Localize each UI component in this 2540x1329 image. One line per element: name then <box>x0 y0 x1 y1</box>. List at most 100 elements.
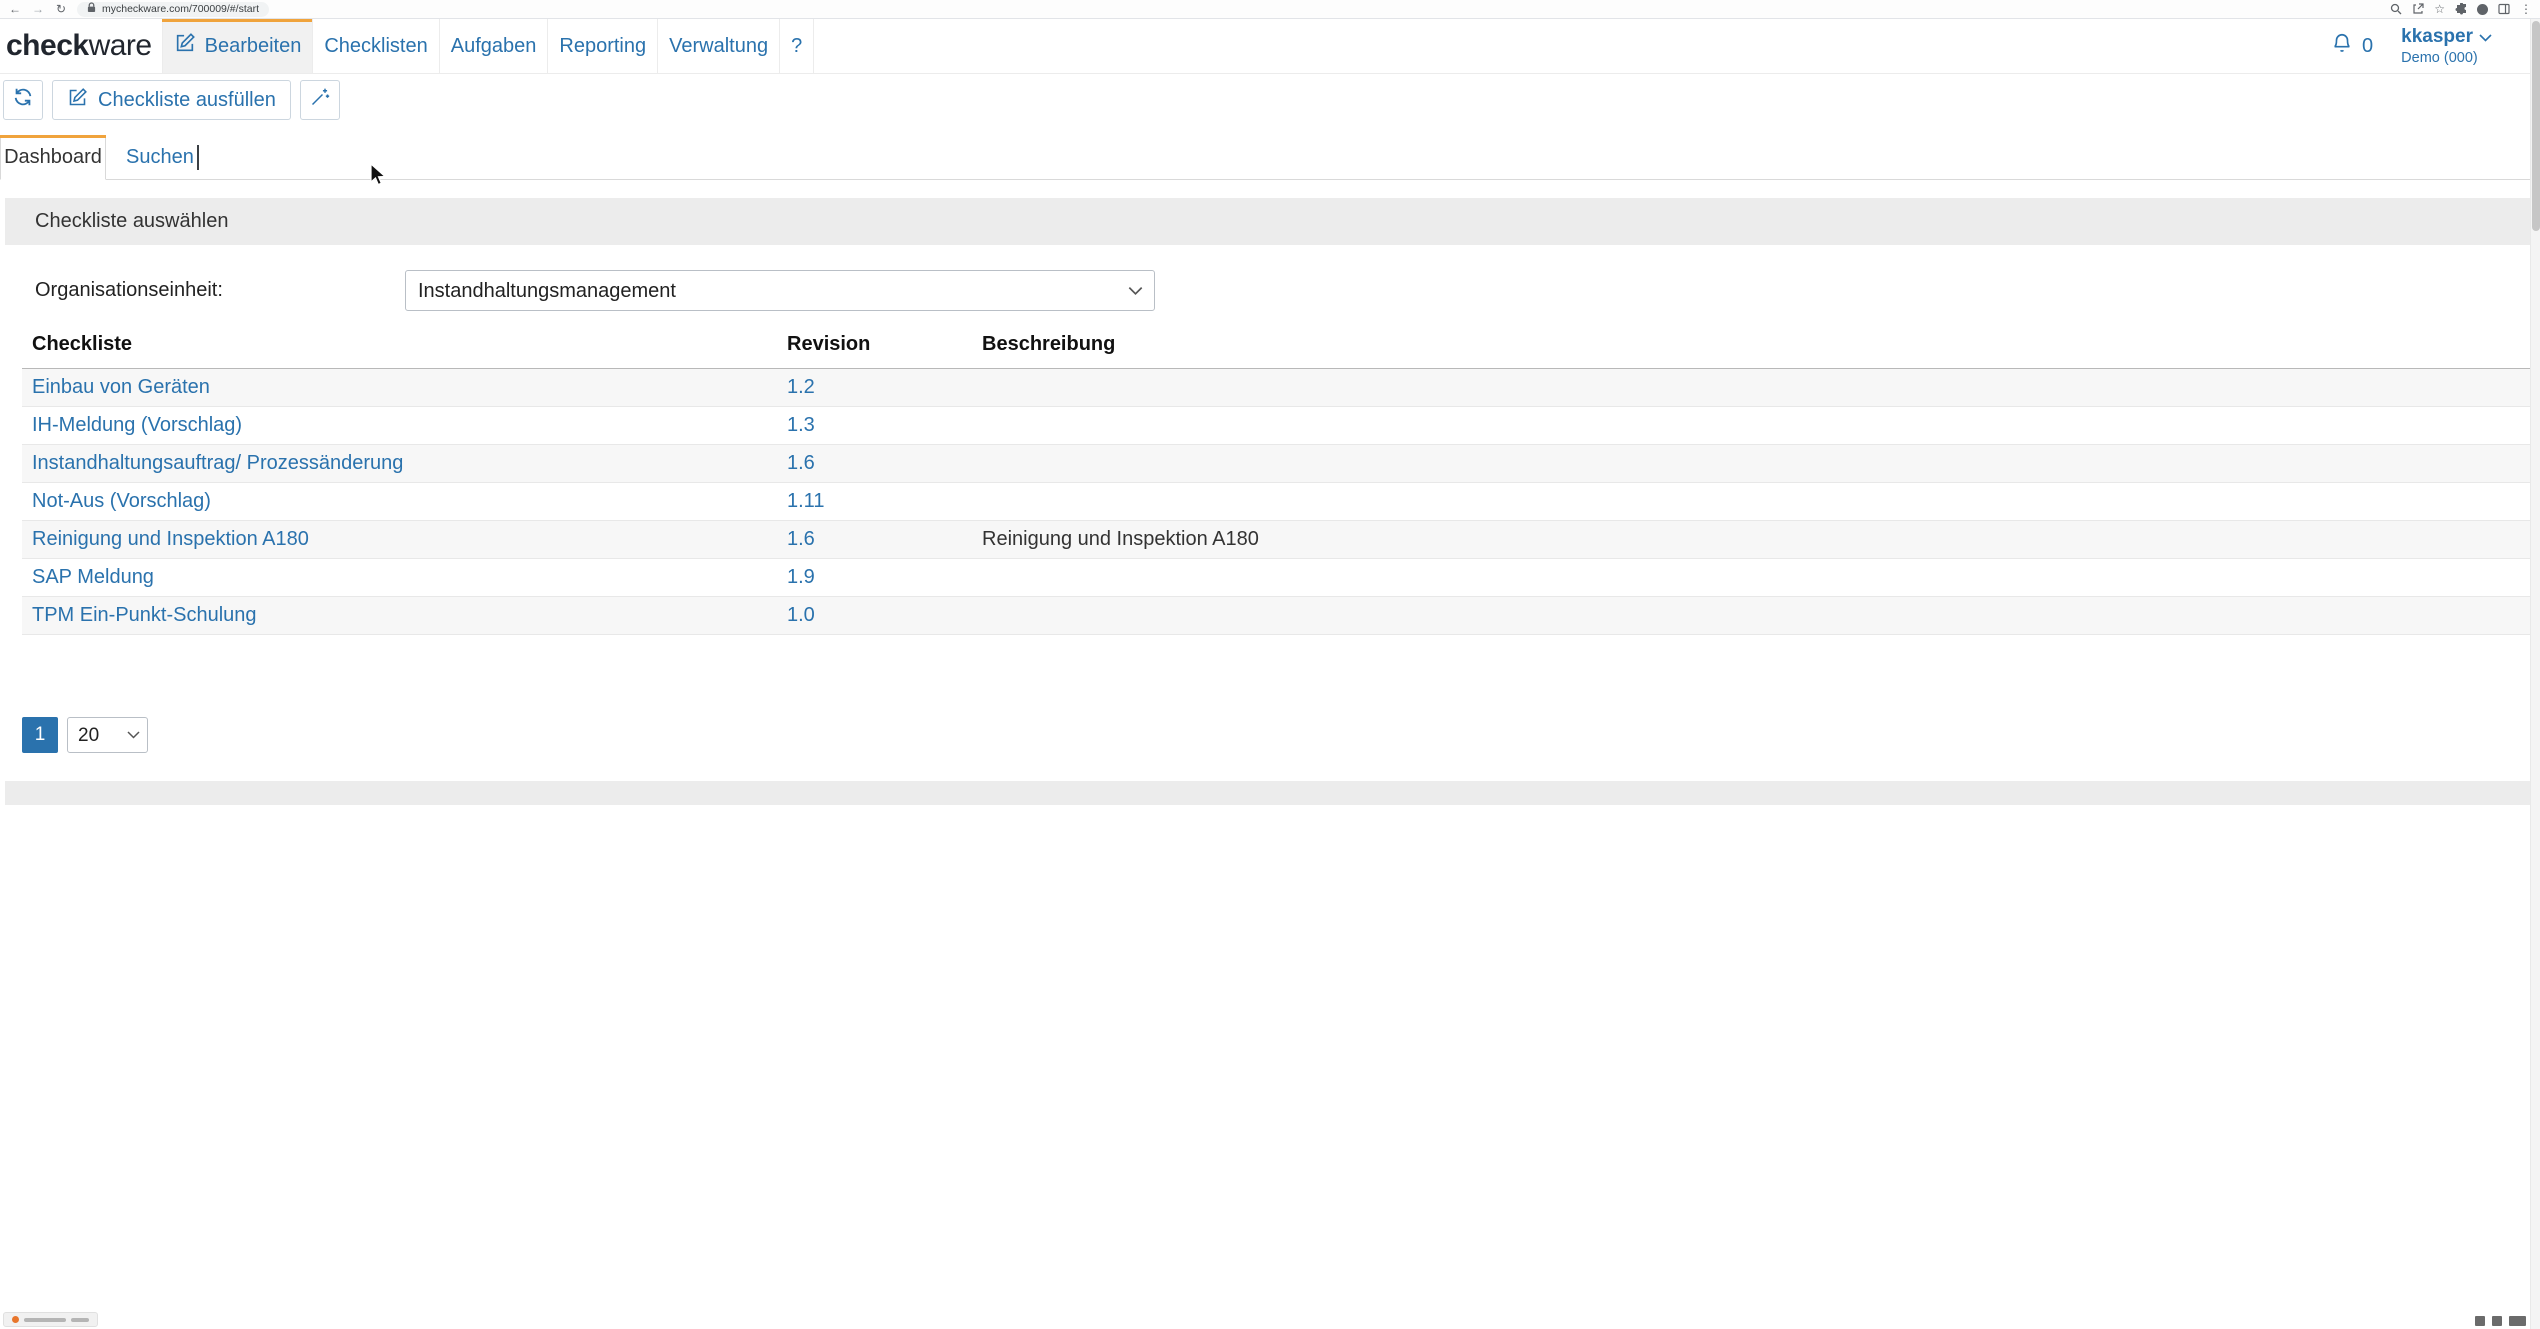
tab-suchen[interactable]: Suchen <box>106 135 199 179</box>
address-bar[interactable]: mycheckware.com/700009/#/start <box>77 2 269 17</box>
org-unit-row: Organisationseinheit: Instandhaltungsman… <box>35 270 2530 311</box>
pagination: 1 20 <box>22 717 2530 753</box>
browser-back-button[interactable]: ← <box>8 3 22 15</box>
user-tenant: Demo (000) <box>2401 49 2492 67</box>
profile-avatar-icon[interactable] <box>2477 4 2488 15</box>
nav-item-checklisten[interactable]: Checklisten <box>312 19 438 73</box>
column-header-beschreibung: Beschreibung <box>972 333 2530 356</box>
revision-link[interactable]: 1.2 <box>777 376 972 399</box>
checklist-link[interactable]: IH-Meldung (Vorschlag) <box>22 414 777 437</box>
org-select-wrap: Instandhaltungsmanagement <box>405 270 1155 311</box>
sync-icon <box>12 86 34 114</box>
browser-menu-icon[interactable]: ⋮ <box>2520 2 2532 16</box>
header-right: 0 kkasper Demo (000) <box>2331 19 2540 73</box>
revision-link[interactable]: 1.6 <box>777 528 972 551</box>
browser-toolbar-icons: ☆ ⋮ <box>2390 2 2532 16</box>
page-1-button[interactable]: 1 <box>22 717 58 753</box>
table-row[interactable]: Not-Aus (Vorschlag) 1.11 <box>22 483 2530 521</box>
nav-item-aufgaben[interactable]: Aufgaben <box>439 19 548 73</box>
page-tabs: Dashboard Suchen <box>0 135 2540 180</box>
column-header-checkliste: Checkliste <box>22 333 777 356</box>
user-menu[interactable]: kkasper Demo (000) <box>2401 25 2492 67</box>
logo-light: ware <box>89 29 152 63</box>
lock-icon <box>87 2 96 16</box>
table-row[interactable]: Instandhaltungsauftrag/ Prozessänderung … <box>22 445 2530 483</box>
tab-dashboard[interactable]: Dashboard <box>0 135 106 180</box>
checklist-link[interactable]: Einbau von Geräten <box>22 376 777 399</box>
checklist-link[interactable]: Not-Aus (Vorschlag) <box>22 490 777 513</box>
panel-title: Checkliste auswählen <box>35 210 228 233</box>
fill-checklist-label: Checkliste ausfüllen <box>98 89 276 112</box>
checklist-link[interactable]: TPM Ein-Punkt-Schulung <box>22 604 777 627</box>
notifications-button[interactable]: 0 <box>2331 32 2373 60</box>
url-text: mycheckware.com/700009/#/start <box>102 3 259 15</box>
taskbar-icon[interactable] <box>2509 1316 2526 1326</box>
taskbar-icon[interactable] <box>2492 1316 2502 1326</box>
wand-button[interactable] <box>300 80 340 120</box>
main-nav: Bearbeiten Checklisten Aufgaben Reportin… <box>162 19 815 73</box>
tab-label: Suchen <box>126 146 194 169</box>
checklist-link[interactable]: SAP Meldung <box>22 566 777 589</box>
zoom-icon[interactable] <box>2390 3 2402 15</box>
extensions-puzzle-icon[interactable] <box>2455 3 2467 15</box>
panel-header: Checkliste auswählen <box>5 198 2530 245</box>
revision-link[interactable]: 1.3 <box>777 414 972 437</box>
secondary-panel-header <box>5 781 2530 805</box>
nav-label: Reporting <box>559 35 646 58</box>
vertical-scrollbar[interactable] <box>2530 19 2540 1329</box>
tab-label: Dashboard <box>4 146 102 169</box>
bell-icon <box>2331 32 2353 60</box>
description-cell: Reinigung und Inspektion A180 <box>972 528 2530 551</box>
browser-chrome: ← → ↻ mycheckware.com/700009/#/start ☆ ⋮ <box>0 0 2540 19</box>
share-icon[interactable] <box>2412 3 2424 15</box>
bookmark-star-icon[interactable]: ☆ <box>2434 2 2445 16</box>
checklist-link[interactable]: Reinigung und Inspektion A180 <box>22 528 777 551</box>
notification-count: 0 <box>2362 35 2373 58</box>
column-header-revision: Revision <box>777 333 972 356</box>
nav-label: Bearbeiten <box>205 35 302 58</box>
table-row[interactable]: Einbau von Geräten 1.2 <box>22 369 2530 407</box>
nav-label: ? <box>791 35 802 58</box>
nav-item-verwaltung[interactable]: Verwaltung <box>657 19 779 73</box>
table-body: Einbau von Geräten 1.2 IH-Meldung (Vorsc… <box>22 369 2530 635</box>
table-row[interactable]: IH-Meldung (Vorschlag) 1.3 <box>22 407 2530 445</box>
revision-link[interactable]: 1.11 <box>777 490 972 513</box>
status-chip-text <box>24 1318 66 1322</box>
app-header: checkware Bearbeiten Checklisten Aufgabe… <box>0 19 2540 74</box>
edit-icon <box>67 87 88 114</box>
revision-link[interactable]: 1.9 <box>777 566 972 589</box>
nav-item-help[interactable]: ? <box>779 19 814 73</box>
action-toolbar: Checkliste ausfüllen <box>0 74 2540 127</box>
scrollbar-thumb[interactable] <box>2532 21 2540 231</box>
status-chip[interactable] <box>3 1312 98 1327</box>
revision-link[interactable]: 1.6 <box>777 452 972 475</box>
table-row[interactable]: Reinigung und Inspektion A180 1.6 Reinig… <box>22 521 2530 559</box>
nav-label: Aufgaben <box>451 35 537 58</box>
status-chip-text <box>71 1318 89 1322</box>
text-cursor <box>197 145 199 170</box>
page-size-wrap: 20 <box>67 717 148 753</box>
checkware-logo[interactable]: checkware <box>0 19 162 73</box>
checklist-link[interactable]: Instandhaltungsauftrag/ Prozessänderung <box>22 452 777 475</box>
table-row[interactable]: SAP Meldung 1.9 <box>22 559 2530 597</box>
split-screen-icon[interactable] <box>2498 3 2510 15</box>
chevron-down-icon <box>2479 25 2492 49</box>
table-header-row: Checkliste Revision Beschreibung <box>22 333 2530 369</box>
nav-item-reporting[interactable]: Reporting <box>547 19 657 73</box>
sync-button[interactable] <box>3 80 43 120</box>
browser-reload-button[interactable]: ↻ <box>54 3 68 15</box>
revision-link[interactable]: 1.0 <box>777 604 972 627</box>
org-unit-select[interactable]: Instandhaltungsmanagement <box>405 270 1155 311</box>
status-chip-icon <box>12 1316 19 1323</box>
table-row[interactable]: TPM Ein-Punkt-Schulung 1.0 <box>22 597 2530 635</box>
taskbar-icons <box>2475 1316 2526 1326</box>
nav-label: Checklisten <box>324 35 427 58</box>
page-size-select[interactable]: 20 <box>67 717 148 753</box>
edit-icon <box>174 32 196 60</box>
nav-label: Verwaltung <box>669 35 768 58</box>
nav-item-bearbeiten[interactable]: Bearbeiten <box>162 19 313 73</box>
browser-forward-button[interactable]: → <box>31 3 45 15</box>
wand-icon <box>310 87 330 113</box>
fill-checklist-button[interactable]: Checkliste ausfüllen <box>52 80 291 120</box>
taskbar-icon[interactable] <box>2475 1316 2485 1326</box>
